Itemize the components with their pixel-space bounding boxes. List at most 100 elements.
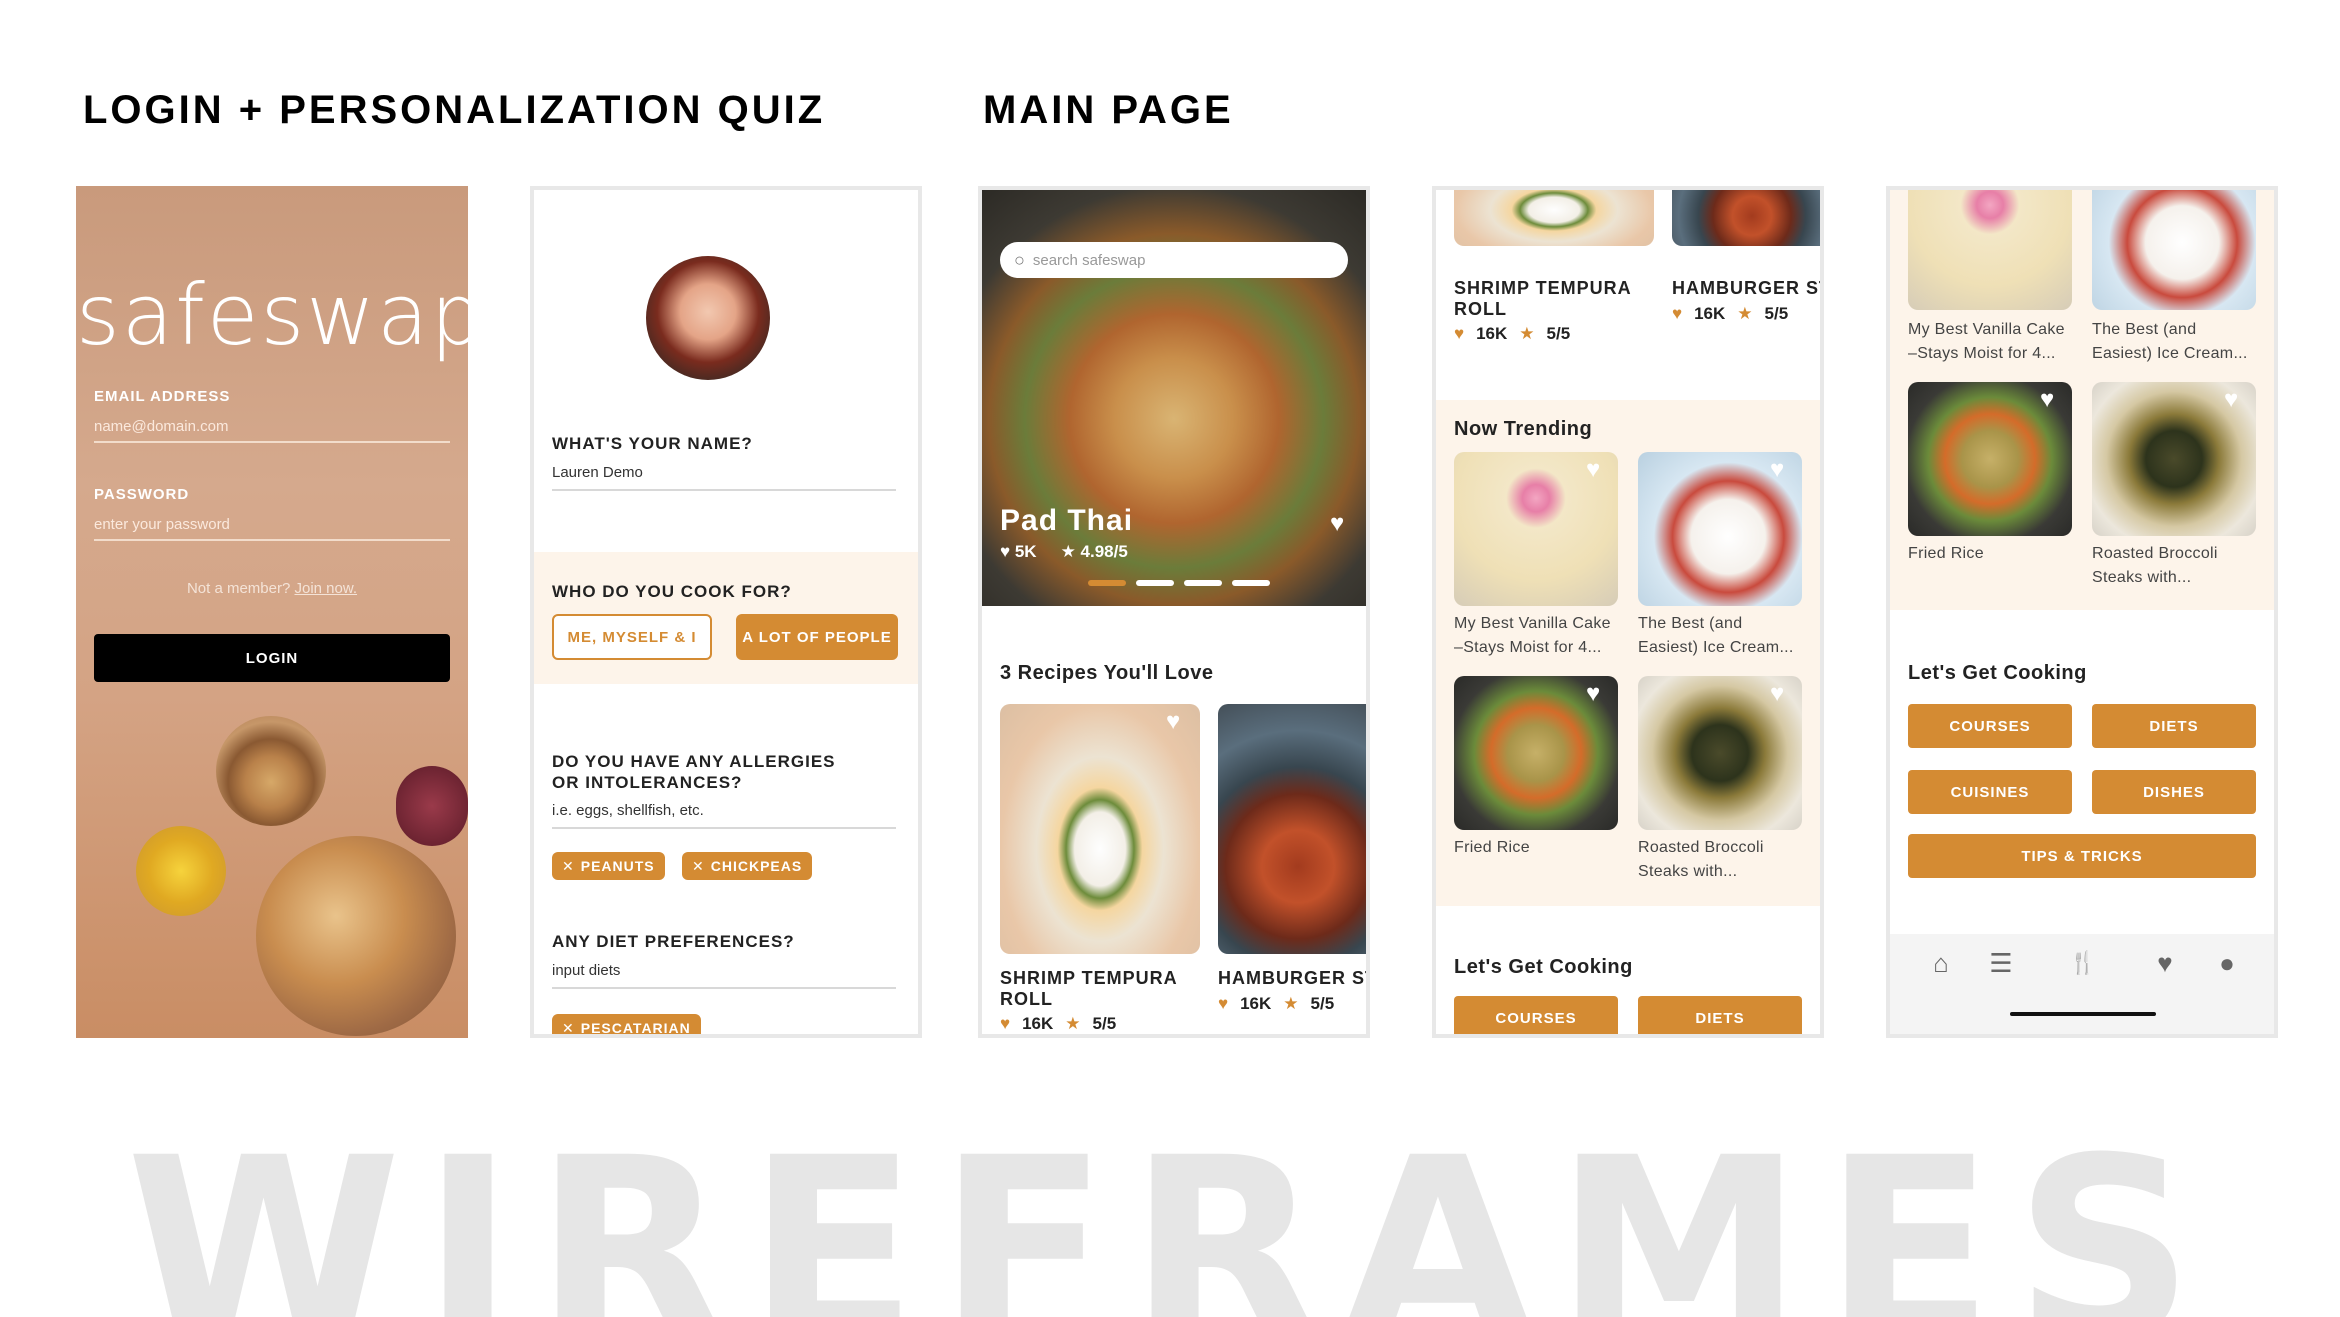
diet-question: ANY DIET PREFERENCES?: [552, 932, 795, 951]
app-logo: safeswap: [76, 266, 468, 364]
hero-rating: ★ 4.98/5: [1060, 542, 1128, 561]
hero-meta: ♥ 5K ★ 4.98/5: [1000, 542, 1128, 562]
list-icon[interactable]: ☰: [1986, 948, 2016, 978]
food-photo: [216, 716, 326, 826]
password-field[interactable]: enter your password: [94, 516, 450, 541]
hero-title[interactable]: Pad Thai: [1000, 504, 1133, 538]
dishes-button[interactable]: DISHES: [2092, 770, 2256, 814]
join-now-link[interactable]: Join now.: [295, 580, 358, 597]
recipe-card-image[interactable]: [1218, 704, 1366, 954]
name-field[interactable]: Lauren Demo: [552, 464, 896, 491]
cuisines-button[interactable]: CUISINES: [1908, 770, 2072, 814]
login-button[interactable]: LOGIN: [94, 634, 450, 682]
lot-of-people-option[interactable]: A LOT OF PEOPLE: [736, 614, 898, 660]
login-screen: safeswap EMAIL ADDRESS name@domain.com P…: [76, 186, 468, 1038]
recipes-section-title: 3 Recipes You'll Love: [1000, 662, 1214, 684]
trending-card-title[interactable]: The Best (and: [2092, 318, 2196, 342]
profile-icon[interactable]: ●: [2212, 948, 2242, 978]
star-icon: ★: [1065, 1014, 1081, 1033]
courses-button[interactable]: COURSES: [1908, 704, 2072, 748]
heart-icon[interactable]: ♥: [1770, 682, 1784, 706]
heart-icon[interactable]: ♥: [1586, 682, 1600, 706]
heart-icon[interactable]: ♥: [1166, 710, 1180, 734]
heart-icon[interactable]: ♥: [1330, 512, 1344, 536]
recipe-card-meta: ♥ 16K ★ 5/5: [1000, 1014, 1117, 1033]
bread-plate-photo: [256, 836, 456, 1036]
carousel-dot[interactable]: [1088, 580, 1126, 586]
trending-card-title-line2[interactable]: –Stays Moist for 4...: [1908, 342, 2056, 366]
utensils-icon[interactable]: 🍴: [2068, 948, 2098, 978]
heart-icon[interactable]: ♥: [2040, 388, 2054, 412]
recipe-card-title-line2[interactable]: ROLL: [1000, 989, 1053, 1010]
search-input[interactable]: ○ search safeswap: [1000, 242, 1348, 278]
recipe-card-meta: ♥ 16K ★ 5/5: [1672, 304, 1789, 323]
trending-card-title[interactable]: Roasted Broccoli: [2092, 542, 2218, 566]
home-icon[interactable]: ⌂: [1926, 948, 1956, 978]
heart-icon[interactable]: ♥: [1586, 458, 1600, 482]
heart-icon[interactable]: ♥: [2150, 948, 2180, 978]
trending-card-image[interactable]: [1908, 190, 2072, 310]
allergy-question-line2: OR INTOLERANCES?: [552, 773, 743, 792]
carousel-dot[interactable]: [1136, 580, 1174, 586]
recipe-card-title[interactable]: HAMBURGER ST: [1218, 968, 1366, 989]
allergy-field[interactable]: i.e. eggs, shellfish, etc.: [552, 802, 896, 829]
avatar[interactable]: [646, 256, 770, 380]
trending-card-title-line2[interactable]: –Stays Moist for 4...: [1454, 636, 1602, 660]
trending-card-title-line2[interactable]: Easiest) Ice Cream...: [1638, 636, 1794, 660]
email-field[interactable]: name@domain.com: [94, 418, 450, 443]
email-label: EMAIL ADDRESS: [94, 388, 231, 405]
carousel-dot[interactable]: [1184, 580, 1222, 586]
recipe-card-meta: ♥ 16K ★ 5/5: [1454, 324, 1571, 343]
trending-card-title[interactable]: The Best (and: [1638, 612, 1742, 636]
trending-card-title-line2[interactable]: Steaks with...: [1638, 860, 1737, 884]
recipe-card-image[interactable]: [1454, 190, 1654, 246]
recipe-card-image[interactable]: [1000, 704, 1200, 954]
chip-label: CHICKPEAS: [710, 858, 803, 874]
diet-chip-pescatarian[interactable]: ✕ PESCATARIAN: [552, 1014, 701, 1036]
heart-icon: ♥: [1454, 324, 1465, 343]
close-icon[interactable]: ✕: [562, 1020, 575, 1035]
recipe-card-title[interactable]: SHRIMP TEMPURA: [1000, 968, 1178, 989]
recipe-card-title[interactable]: SHRIMP TEMPURA: [1454, 278, 1632, 299]
star-icon: ★: [1737, 304, 1753, 323]
trending-card-title[interactable]: Roasted Broccoli: [1638, 836, 1764, 860]
recipe-card-title[interactable]: HAMBURGER ST: [1672, 278, 1820, 299]
carousel-dot[interactable]: [1232, 580, 1270, 586]
star-icon: ★: [1283, 994, 1299, 1013]
trending-card-title[interactable]: My Best Vanilla Cake: [1908, 318, 2065, 342]
recipe-card-image[interactable]: [1672, 190, 1820, 246]
main-screen-top: ○ search safeswap Pad Thai ♥ ♥ 5K ★ 4.98…: [978, 186, 1370, 1038]
allergy-chip-peanuts[interactable]: ✕ PEANUTS: [552, 852, 665, 880]
not-member-text: Not a member?: [186, 580, 291, 597]
cooking-title: Let's Get Cooking: [1454, 956, 1633, 978]
chip-label: PESCATARIAN: [580, 1020, 691, 1036]
home-indicator[interactable]: [2010, 1012, 2156, 1016]
close-icon[interactable]: ✕: [692, 858, 705, 875]
tips-tricks-button[interactable]: TIPS & TRICKS: [1908, 834, 2256, 878]
join-prompt: Not a member? Join now.: [76, 580, 468, 597]
trending-card-image[interactable]: [2092, 190, 2256, 310]
diets-button[interactable]: DIETS: [1638, 996, 1802, 1034]
allergy-chip-chickpeas[interactable]: ✕ CHICKPEAS: [682, 852, 813, 880]
trending-card-title[interactable]: Fried Rice: [1454, 836, 1530, 860]
close-icon[interactable]: ✕: [562, 858, 575, 875]
bottom-nav: ⌂ ☰ 🍴 ♥ ●: [1890, 934, 2274, 1034]
grapes-photo: [396, 766, 468, 846]
trending-title: Now Trending: [1454, 418, 1593, 440]
recipe-card-title-line2[interactable]: ROLL: [1454, 299, 1507, 320]
trending-card-title-line2[interactable]: Steaks with...: [2092, 566, 2191, 590]
trending-card-title[interactable]: Fried Rice: [1908, 542, 1984, 566]
main-screen-bottom: My Best Vanilla Cake –Stays Moist for 4.…: [1886, 186, 2278, 1038]
main-section-title: MAIN PAGE: [983, 88, 1234, 132]
allergy-question: DO YOU HAVE ANY ALLERGIES: [552, 752, 836, 771]
cooking-title: Let's Get Cooking: [1908, 662, 2087, 684]
trending-card-title[interactable]: My Best Vanilla Cake: [1454, 612, 1611, 636]
diets-button[interactable]: DIETS: [2092, 704, 2256, 748]
trending-card-title-line2[interactable]: Easiest) Ice Cream...: [2092, 342, 2248, 366]
carousel-dots[interactable]: [1088, 580, 1270, 586]
heart-icon[interactable]: ♥: [1770, 458, 1784, 482]
diet-field[interactable]: input diets: [552, 962, 896, 989]
heart-icon[interactable]: ♥: [2224, 388, 2238, 412]
courses-button[interactable]: COURSES: [1454, 996, 1618, 1034]
me-myself-option[interactable]: ME, MYSELF & I: [552, 614, 712, 660]
